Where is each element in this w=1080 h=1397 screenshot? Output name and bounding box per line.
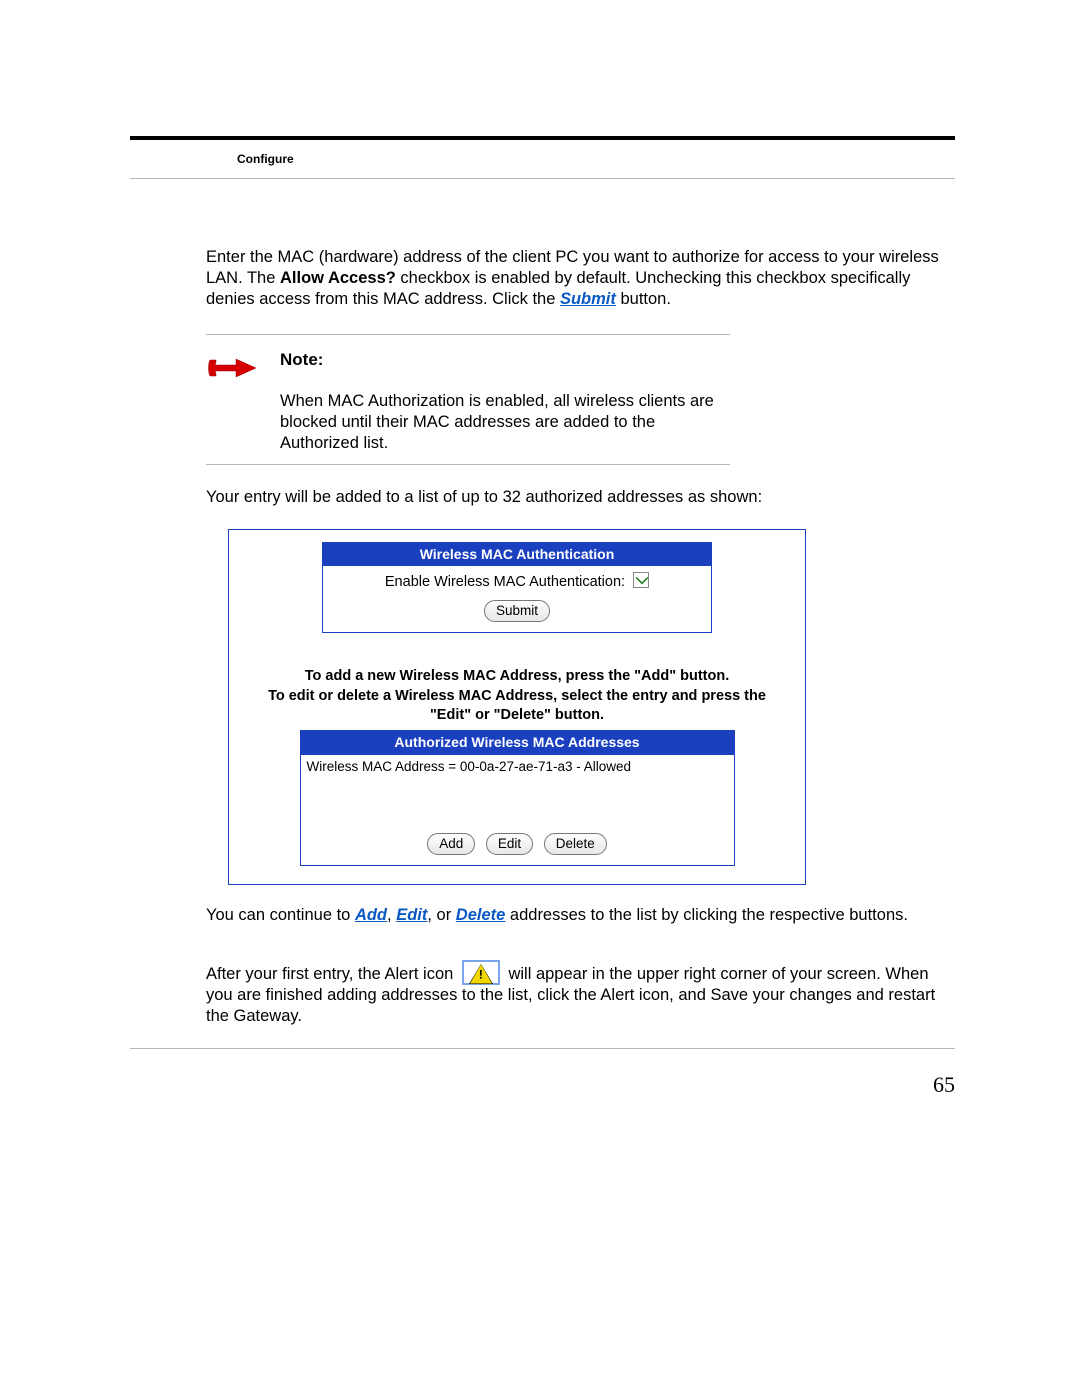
- note-block: Note: When MAC Authorization is enabled,…: [206, 334, 730, 465]
- footer-rule: [130, 1048, 955, 1049]
- p1-post: button.: [616, 290, 671, 308]
- note-body: When MAC Authorization is enabled, all w…: [280, 391, 730, 454]
- add-button[interactable]: Add: [427, 833, 475, 855]
- p3-sep1: ,: [387, 906, 396, 924]
- p3-sep2: , or: [427, 906, 455, 924]
- submit-button[interactable]: Submit: [484, 600, 550, 622]
- mac-list-box: Authorized Wireless MAC Addresses Wirele…: [300, 730, 735, 866]
- alert-icon: !: [462, 960, 500, 985]
- p3-add: Add: [355, 906, 387, 924]
- p3-delete: Delete: [456, 906, 506, 924]
- note-title: Note:: [280, 349, 730, 371]
- router-panel: Wireless MAC Authentication Enable Wirel…: [228, 529, 806, 886]
- enable-row: Enable Wireless MAC Authentication:: [333, 572, 701, 592]
- list-item[interactable]: Wireless MAC Address = 00-0a-27-ae-71-a3…: [307, 758, 728, 775]
- auth-box: Wireless MAC Authentication Enable Wirel…: [322, 542, 712, 634]
- enable-label: Enable Wireless MAC Authentication:: [385, 574, 625, 590]
- pointing-hand-icon: [206, 349, 258, 454]
- p1-bold: Allow Access?: [280, 269, 396, 287]
- edit-button[interactable]: Edit: [486, 833, 533, 855]
- page-number: 65: [933, 1072, 955, 1098]
- paragraph-1: Enter the MAC (hardware) address of the …: [206, 247, 955, 310]
- mac-list-title: Authorized Wireless MAC Addresses: [301, 731, 734, 755]
- section-label: Configure: [237, 152, 294, 166]
- p3-edit: Edit: [396, 906, 427, 924]
- paragraph-2: Your entry will be added to a list of up…: [206, 487, 955, 508]
- paragraph-4: After your first entry, the Alert icon !…: [206, 960, 955, 1027]
- p4-pre: After your first entry, the Alert icon: [206, 965, 458, 983]
- enable-checkbox[interactable]: [633, 572, 649, 588]
- p3-post: addresses to the list by clicking the re…: [505, 906, 908, 924]
- note-text: Note: When MAC Authorization is enabled,…: [280, 349, 730, 454]
- p1-action-submit: Submit: [560, 290, 616, 308]
- instr-line2: To edit or delete a Wireless MAC Address…: [268, 688, 766, 724]
- paragraph-3: You can continue to Add, Edit, or Delete…: [206, 905, 955, 926]
- mac-listbox[interactable]: Wireless MAC Address = 00-0a-27-ae-71-a3…: [301, 755, 734, 825]
- instr-line1: To add a new Wireless MAC Address, press…: [305, 668, 730, 684]
- p3-pre: You can continue to: [206, 906, 355, 924]
- delete-button[interactable]: Delete: [544, 833, 607, 855]
- running-header: Configure: [130, 140, 955, 178]
- auth-box-title: Wireless MAC Authentication: [323, 543, 711, 567]
- instructions: To add a new Wireless MAC Address, press…: [257, 667, 777, 726]
